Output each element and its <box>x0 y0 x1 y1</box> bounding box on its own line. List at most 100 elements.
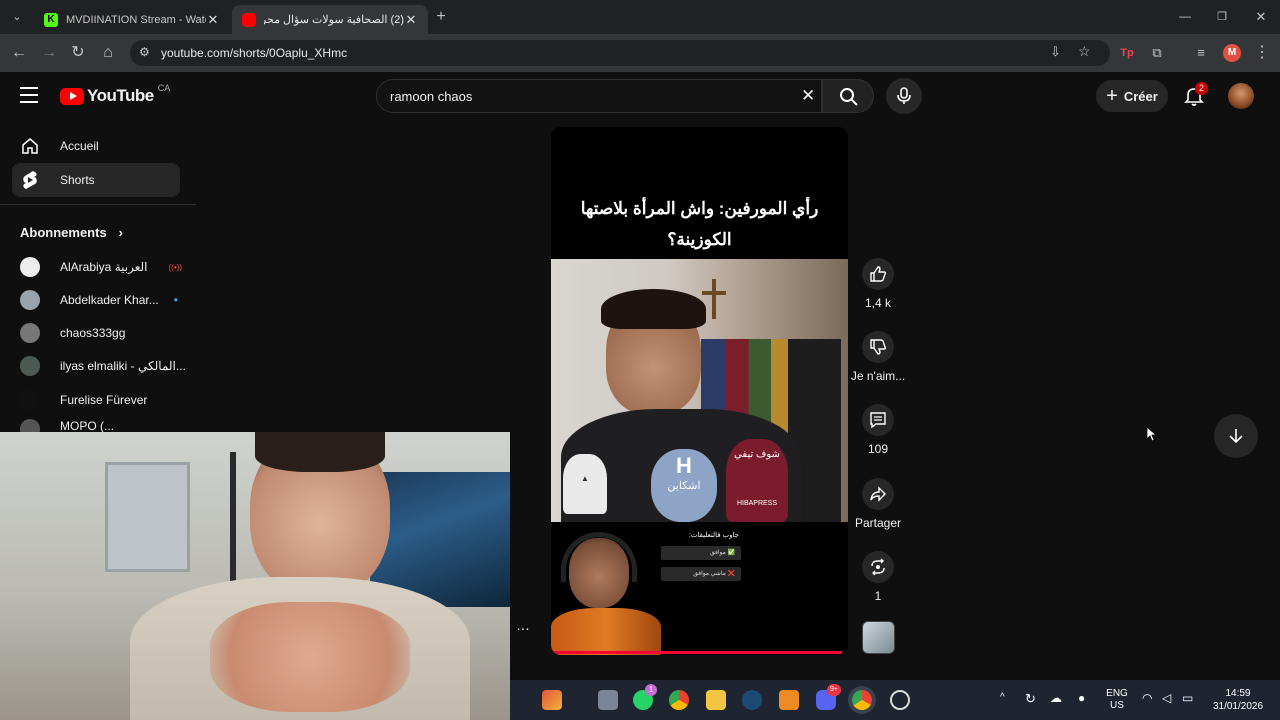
tab-youtube-short[interactable]: (2) الصحافية سولات سؤال محرج ✕ <box>232 5 428 34</box>
account-avatar[interactable] <box>1228 83 1254 109</box>
search-icon <box>840 88 858 106</box>
reload-icon[interactable]: ↻ <box>69 44 87 62</box>
remix-button[interactable] <box>862 551 894 583</box>
language-top: ENG <box>1106 688 1128 699</box>
subscription-item[interactable]: chaos333gg <box>20 319 190 347</box>
sidebar-divider <box>0 204 196 205</box>
discord-icon[interactable]: 9+ <box>816 684 841 710</box>
chrome-icon[interactable] <box>669 690 689 710</box>
app-timer-icon[interactable] <box>890 690 910 710</box>
short-player[interactable]: رأي المورفين: واش المرأة بلاصتها الكوزين… <box>551 127 848 655</box>
dislike-button[interactable] <box>862 331 894 363</box>
search-input[interactable]: ramoon chaos ✕ <box>376 79 822 113</box>
home-icon[interactable]: ⌂ <box>99 44 117 62</box>
notifications-button[interactable]: 2 <box>1184 82 1208 108</box>
taskbar: 1 9+ ^ ↻ ☁ ● ENG US ◠ ◁ ▭ 14:59 31/01/20… <box>510 680 1280 720</box>
language-bottom: US <box>1110 700 1124 711</box>
file-explorer-icon[interactable] <box>706 690 726 710</box>
youtube-favicon-icon <box>242 12 256 27</box>
bookmark-star-icon[interactable]: ☆ <box>1078 43 1091 60</box>
volume-icon[interactable]: ◁ <box>1162 691 1171 705</box>
widgets-icon[interactable] <box>542 690 562 710</box>
poll-option: ❌ ماشي موافق <box>661 567 741 581</box>
clear-search-icon[interactable]: ✕ <box>801 86 815 106</box>
search-button[interactable] <box>822 79 874 113</box>
tab-search-icon[interactable]: ⌄ <box>8 8 26 26</box>
share-action[interactable]: Partager <box>854 478 902 530</box>
close-tab-icon[interactable]: ✕ <box>404 12 418 28</box>
back-icon[interactable]: ← <box>10 44 28 62</box>
tab-mvdiination[interactable]: K MVDIINATION Stream - Watch ✕ <box>34 5 230 34</box>
install-app-icon[interactable]: ⇩ <box>1050 44 1061 60</box>
like-action[interactable]: 1,4 k <box>854 258 902 310</box>
whatsapp-icon[interactable]: 1 <box>633 684 657 710</box>
clock[interactable]: 14:59 31/01/2026 <box>1208 687 1268 713</box>
subscription-item[interactable]: ilyas elmaliki - المالكي... <box>20 352 190 380</box>
close-tab-icon[interactable]: ✕ <box>206 12 220 28</box>
channel-avatar <box>20 257 40 277</box>
subscription-item[interactable]: MOPO (... <box>20 419 190 432</box>
create-button[interactable]: + Créer <box>1096 80 1168 112</box>
tab-title: MVDIINATION Stream - Watch <box>66 13 206 26</box>
tray-mic-icon[interactable]: ● <box>1078 691 1085 705</box>
kick-favicon-icon: K <box>44 12 58 27</box>
share-button[interactable] <box>862 478 894 510</box>
remix-action[interactable]: 1 <box>854 551 902 603</box>
next-short-button[interactable] <box>1214 414 1258 458</box>
comments-button[interactable] <box>862 404 894 436</box>
media-controls-icon[interactable]: ≡ <box>1192 44 1210 62</box>
sound-thumbnail[interactable] <box>862 621 895 654</box>
wifi-icon[interactable]: ◠ <box>1142 691 1152 705</box>
poll-option-label: ماشي موافق <box>693 571 726 577</box>
app-a-icon[interactable] <box>779 690 799 710</box>
progress-bar[interactable] <box>551 651 843 654</box>
site-info-icon[interactable]: ⚙ <box>139 45 150 59</box>
chrome-active-icon[interactable] <box>852 690 872 710</box>
time: 14:59 <box>1225 688 1251 699</box>
channel-avatar <box>20 390 40 410</box>
mic-label-hibapress: HIBAPRESS <box>736 500 778 507</box>
video-frame[interactable]: ▲ H اشكاين شوف تيفي HIBAPRESS <box>551 259 848 522</box>
restore-icon[interactable]: ❐ <box>1213 8 1231 26</box>
like-button[interactable] <box>862 258 894 290</box>
country-code: CA <box>157 83 171 93</box>
sidebar-item-shorts[interactable]: Shorts <box>12 163 180 197</box>
extension-tp-icon[interactable]: Tp <box>1118 44 1136 62</box>
omnibox[interactable]: ⚙ youtube.com/shorts/0Oaplu_XHmc ⇩ ☆ <box>130 40 1110 66</box>
subscription-item[interactable]: Abdelkader Khar... • <box>20 286 190 314</box>
subscription-item[interactable]: AlArabiya العربية ((•)) <box>20 253 190 281</box>
extensions-puzzle-icon[interactable]: ⧉ <box>1148 44 1166 62</box>
tray-sync-icon[interactable]: ↻ <box>1025 691 1036 707</box>
voice-search-button[interactable] <box>886 78 922 114</box>
youtube-logo[interactable]: YouTube CA <box>60 83 171 106</box>
reaction-inset: جاوب فالتعليقات: ✅ موافق ❌ ماشي موافق <box>551 522 848 655</box>
browser-menu-icon[interactable]: ⋮ <box>1253 44 1271 62</box>
new-tab-icon[interactable]: + <box>432 8 450 26</box>
mic-label-h: H <box>676 453 692 478</box>
notification-count-badge: 2 <box>1195 82 1208 95</box>
subscriptions-heading[interactable]: Abonnements › <box>20 225 123 240</box>
comments-action[interactable]: 109 <box>854 404 902 456</box>
profile-avatar[interactable]: M <box>1223 44 1241 62</box>
sidebar-item-home[interactable]: Accueil <box>12 129 180 163</box>
sidebar: Accueil Shorts Abonnements › AlArabiya ا… <box>0 120 196 432</box>
channel-avatar <box>20 419 40 432</box>
microphone-2: H اشكاين <box>651 449 717 522</box>
task-view-icon[interactable] <box>598 690 618 710</box>
close-window-icon[interactable]: ✕ <box>1252 8 1270 26</box>
language-indicator[interactable]: ENG US <box>1104 688 1130 712</box>
youtube-header: YouTube CA ramoon chaos ✕ + Créer 2 <box>0 72 1280 120</box>
tray-cloud-icon[interactable]: ☁ <box>1050 691 1062 705</box>
forward-icon[interactable]: → <box>40 44 58 62</box>
dislike-action[interactable]: Je n'aim... <box>851 331 905 383</box>
tray-overflow-icon[interactable]: ^ <box>1000 692 1005 703</box>
more-options-icon[interactable]: … <box>516 617 530 633</box>
subscription-item[interactable]: Furelise Fürever <box>20 386 190 414</box>
steam-icon[interactable] <box>742 690 762 710</box>
sidebar-item-label: Shorts <box>60 173 95 187</box>
battery-icon[interactable]: ▭ <box>1182 691 1193 705</box>
minimize-icon[interactable]: — <box>1176 7 1194 25</box>
hamburger-menu-icon[interactable] <box>20 87 38 103</box>
channel-name: ilyas elmaliki - المالكي... <box>60 359 186 373</box>
video-overlay-title: رأي المورفين: واش المرأة بلاصتها الكوزين… <box>580 199 819 249</box>
